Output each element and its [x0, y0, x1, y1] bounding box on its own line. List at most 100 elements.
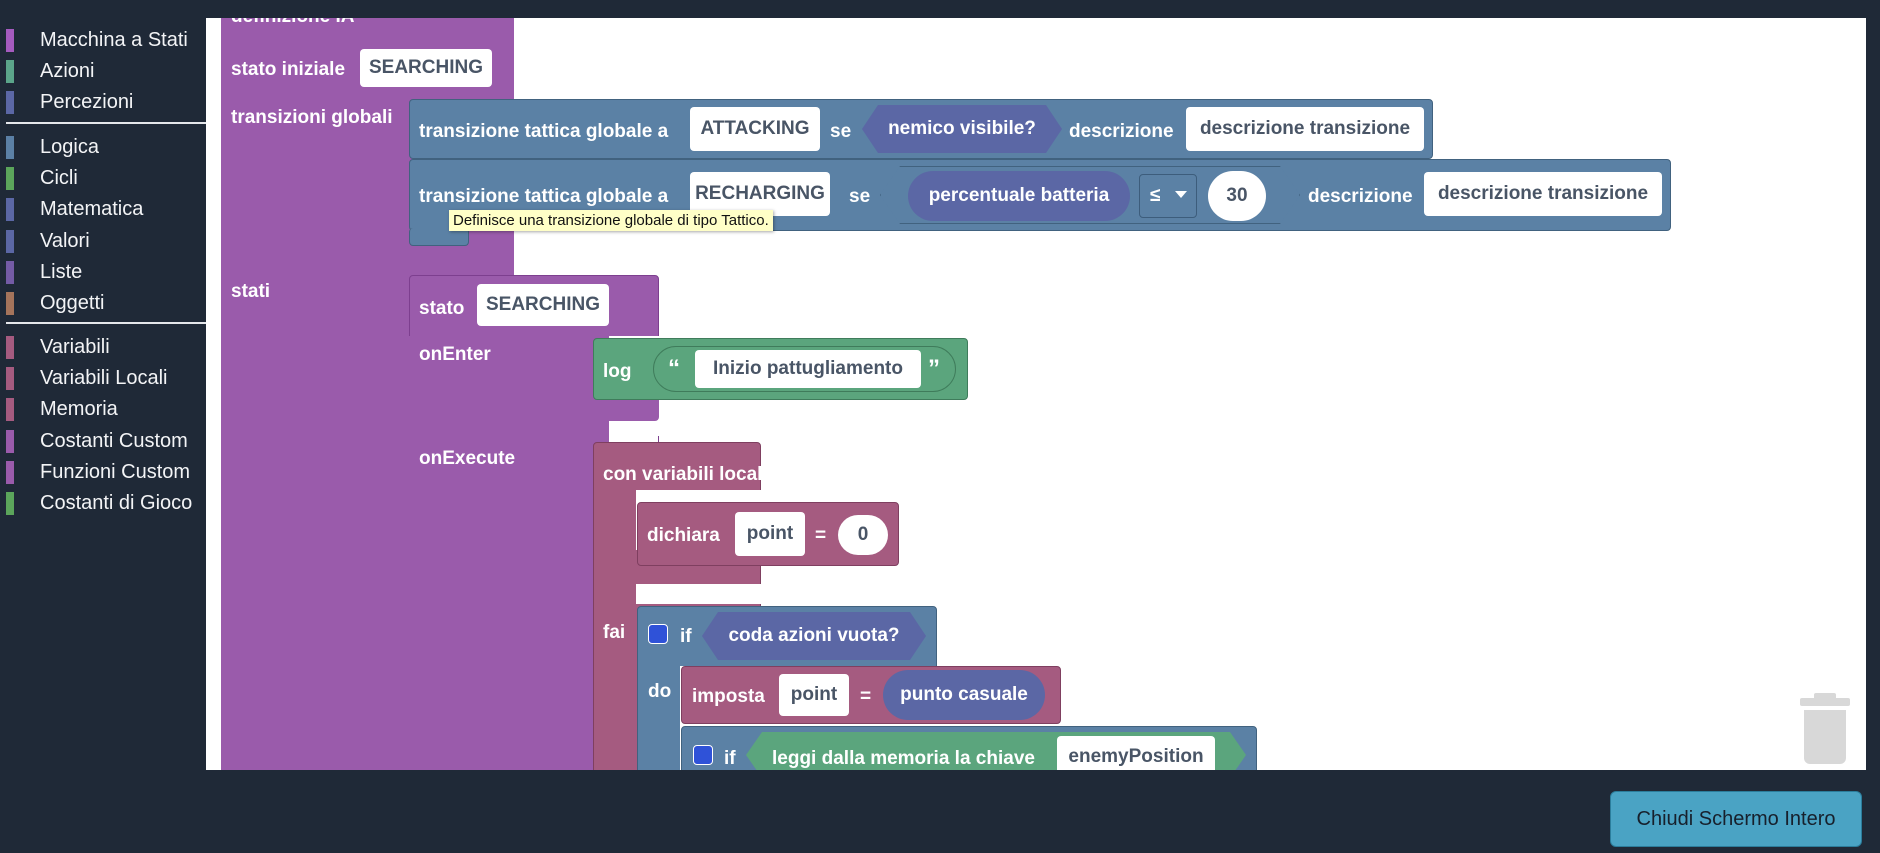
transition-2-prefix: transizione tattica globale a: [419, 186, 669, 207]
category-color: [6, 198, 14, 221]
category-color: [6, 492, 14, 515]
category-perceptions[interactable]: Percezioni: [0, 89, 206, 115]
category-label: Liste: [40, 261, 83, 283]
category-actions[interactable]: Azioni: [0, 58, 206, 84]
random-point-reporter[interactable]: punto casuale: [883, 670, 1045, 720]
declare-var-field[interactable]: point: [735, 512, 805, 556]
category-label: Costanti Custom: [40, 430, 188, 452]
toolbox-separator: [6, 322, 206, 324]
battery-percent-reporter[interactable]: percentuale batteria: [908, 171, 1130, 221]
category-color: [6, 261, 14, 284]
toolbox-separator: [6, 122, 206, 124]
gear-icon[interactable]: [693, 745, 713, 765]
action-queue-empty-condition[interactable]: coda azioni vuota?: [702, 612, 926, 660]
tooltip: Definisce una transizione globale di tip…: [449, 210, 773, 231]
if-label: if: [680, 626, 692, 647]
initial-state-field[interactable]: SEARCHING: [360, 49, 492, 87]
initial-state-label: stato iniziale: [231, 59, 346, 80]
category-color: [6, 91, 14, 114]
transition-1-if-label: se: [830, 121, 852, 142]
category-custom-functions[interactable]: Funzioni Custom: [0, 459, 206, 485]
log-label: log: [603, 361, 632, 382]
transition-1-desc-label: descrizione: [1069, 121, 1174, 142]
category-color: [6, 367, 14, 390]
category-label: Logica: [40, 136, 99, 158]
category-color: [6, 167, 14, 190]
transition-1-prefix: transizione tattica globale a: [419, 121, 669, 142]
category-color: [6, 398, 14, 421]
category-label: Cicli: [40, 167, 78, 189]
category-label: Costanti di Gioco: [40, 492, 193, 514]
equals-label: =: [815, 525, 827, 546]
category-lists[interactable]: Liste: [0, 259, 206, 285]
nested-if-label: if: [724, 748, 736, 769]
category-label: Matematica: [40, 198, 144, 220]
category-color: [6, 336, 14, 359]
category-label: Valori: [40, 230, 90, 252]
transition-1-target-field[interactable]: ATTACKING: [690, 107, 820, 151]
close-fullscreen-button[interactable]: Chiudi Schermo Intero: [1610, 791, 1862, 847]
blockly-workspace[interactable]: definizione IA stato iniziale SEARCHING …: [206, 18, 1866, 770]
category-label: Percezioni: [40, 91, 134, 113]
category-label: Variabili: [40, 336, 110, 358]
trash-icon[interactable]: [1800, 693, 1850, 764]
category-custom-constants[interactable]: Costanti Custom: [0, 428, 206, 454]
set-equals-label: =: [860, 686, 872, 707]
category-color: [6, 136, 14, 159]
category-objects[interactable]: Oggetti: [0, 290, 206, 316]
close-quote: ”: [928, 355, 940, 382]
category-local-variables[interactable]: Variabili Locali: [0, 365, 206, 391]
category-state-machine[interactable]: Macchina a Stati: [0, 27, 206, 53]
category-logic[interactable]: Logica: [0, 134, 206, 160]
category-loops[interactable]: Cicli: [0, 165, 206, 191]
category-label: Variabili Locali: [40, 367, 168, 389]
onenter-label: onEnter: [419, 344, 491, 365]
transition-1-desc-field[interactable]: descrizione transizione: [1186, 107, 1424, 151]
memory-key-field[interactable]: enemyPosition: [1057, 736, 1215, 770]
states-label: stati: [231, 281, 271, 302]
local-vars-label: con variabili locali: [603, 464, 768, 485]
category-label: Funzioni Custom: [40, 461, 191, 483]
category-values[interactable]: Valori: [0, 228, 206, 254]
category-memory[interactable]: Memoria: [0, 396, 206, 422]
threshold-number-field[interactable]: 30: [1208, 171, 1266, 221]
category-label: Memoria: [40, 398, 118, 420]
category-color: [6, 430, 14, 453]
declare-label: dichiara: [647, 525, 720, 546]
set-label: imposta: [692, 686, 765, 707]
init-value-field[interactable]: 0: [838, 515, 888, 555]
category-color: [6, 292, 14, 315]
local-vars-gap-2: [636, 584, 762, 604]
chevron-down-icon: [1175, 191, 1187, 198]
ai-definition-title: definizione IA: [231, 18, 355, 28]
open-quote: “: [668, 355, 680, 382]
transition-2-desc-label: descrizione: [1308, 186, 1413, 207]
memory-read-label: leggi dalla memoria la chiave: [772, 748, 1035, 769]
category-math[interactable]: Matematica: [0, 196, 206, 222]
state-label: stato: [419, 298, 465, 319]
gear-icon[interactable]: [648, 624, 668, 644]
onexecute-label: onExecute: [419, 448, 516, 469]
category-label: Oggetti: [40, 292, 105, 314]
state-spine-inner: [496, 336, 590, 770]
global-transitions-label: transizioni globali: [231, 107, 393, 128]
enemy-visible-condition[interactable]: nemico visibile?: [862, 105, 1062, 153]
operator-label: ≤: [1150, 185, 1161, 206]
category-color: [6, 29, 14, 52]
transition-2-desc-field[interactable]: descrizione transizione: [1424, 172, 1662, 216]
toolbox: Macchina a Stati Azioni Percezioni Logic…: [0, 18, 206, 770]
set-var-field[interactable]: point: [779, 674, 849, 716]
log-text-field[interactable]: Inizio pattugliamento: [695, 350, 921, 388]
category-label: Macchina a Stati: [40, 29, 188, 51]
category-variables[interactable]: Variabili: [0, 334, 206, 360]
category-game-constants[interactable]: Costanti di Gioco: [0, 490, 206, 516]
operator-dropdown[interactable]: ≤: [1139, 174, 1197, 218]
transition-2-if-label: se: [849, 186, 871, 207]
category-color: [6, 461, 14, 484]
state-name-field[interactable]: SEARCHING: [477, 284, 609, 326]
do-label: fai: [603, 622, 626, 643]
category-color: [6, 60, 14, 83]
category-label: Azioni: [40, 60, 95, 82]
category-color: [6, 230, 14, 253]
if-do-label: do: [648, 681, 672, 702]
